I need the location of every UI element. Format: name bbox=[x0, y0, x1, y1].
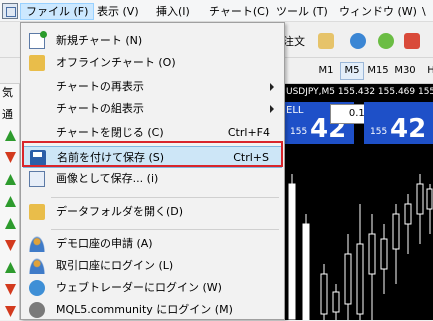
up-arrow-icon bbox=[5, 218, 16, 229]
user-icon bbox=[29, 236, 45, 252]
app-icon[interactable] bbox=[2, 3, 18, 19]
menu-item-save-image[interactable]: 画像として保存... (i) bbox=[23, 168, 282, 190]
tf-h[interactable]: H bbox=[419, 62, 433, 80]
down-arrow-icon bbox=[5, 306, 16, 317]
menu-tools[interactable]: ツール (T) bbox=[271, 3, 333, 20]
menu-item-label: チャートの再表示 bbox=[56, 80, 144, 93]
menu-item-demo-account[interactable]: デモ口座の申請 (A) bbox=[23, 233, 282, 255]
menu-item-login-webtrader[interactable]: ウェブトレーダーにログイン (W) bbox=[23, 277, 282, 299]
menu-bar: ファイル (F) 表示 (V) 挿入(I) チャート(C) ツール (T) ウィ… bbox=[0, 0, 433, 22]
panel-label-mid: 通 bbox=[2, 108, 13, 121]
chart-area[interactable]: USDJPY,M5 155.432 155.469 155.4 ELL 155 … bbox=[284, 84, 433, 320]
up-arrow-icon bbox=[5, 262, 16, 273]
menu-view[interactable]: 表示 (V) bbox=[92, 3, 144, 20]
file-menu-dropdown: 新規チャート (N) オフラインチャート (O) チャートの再表示 チャートの組… bbox=[20, 22, 285, 320]
panel-label-top: 気 bbox=[2, 86, 13, 99]
user-icon bbox=[29, 258, 45, 274]
menu-separator bbox=[51, 229, 279, 230]
new-chart-icon bbox=[29, 31, 47, 49]
globe-icon bbox=[29, 280, 45, 296]
submenu-arrow-icon bbox=[270, 83, 274, 91]
mql5-icon bbox=[29, 302, 45, 318]
menu-item-label: データフォルダを開く(D) bbox=[56, 205, 184, 218]
folder-icon bbox=[29, 55, 45, 71]
menu-overflow[interactable]: \ bbox=[417, 3, 431, 20]
menu-item-label: 新規チャート (N) bbox=[56, 34, 143, 47]
sell-label: ELL bbox=[286, 105, 304, 116]
tf-m5[interactable]: M5 bbox=[340, 62, 364, 80]
market-icon[interactable] bbox=[378, 33, 394, 49]
down-arrow-icon bbox=[5, 284, 16, 295]
chart-header: USDJPY,M5 155.432 155.469 155.4 bbox=[286, 87, 433, 97]
menu-file[interactable]: ファイル (F) bbox=[20, 3, 95, 20]
menu-separator bbox=[51, 197, 279, 198]
tf-m30[interactable]: M30 bbox=[393, 62, 417, 80]
menu-item-label: ウェブトレーダーにログイン (W) bbox=[56, 281, 222, 294]
menu-item-new-chart[interactable]: 新規チャート (N) bbox=[23, 30, 282, 52]
menu-item-label: オフラインチャート (O) bbox=[56, 56, 176, 69]
menu-item-open-data-folder[interactable]: データフォルダを開く(D) bbox=[23, 201, 282, 223]
tf-m15[interactable]: M15 bbox=[366, 62, 390, 80]
menu-item-chart-reopen[interactable]: チャートの再表示 bbox=[23, 76, 282, 98]
down-arrow-icon bbox=[5, 152, 16, 163]
up-arrow-icon bbox=[5, 196, 16, 207]
tool-icon[interactable] bbox=[318, 33, 334, 49]
menu-item-login-mql5[interactable]: MQL5.community にログイン (M) bbox=[23, 299, 282, 321]
menu-item-label: デモ口座の申請 (A) bbox=[56, 237, 153, 250]
market-watch-panel: 気 通 bbox=[0, 84, 20, 320]
menu-item-label: 画像として保存... (i) bbox=[56, 172, 159, 185]
menu-insert[interactable]: 挿入(I) bbox=[151, 3, 195, 20]
sell-price-prefix: 155 bbox=[290, 127, 308, 137]
menu-item-offline-chart[interactable]: オフラインチャート (O) bbox=[23, 52, 282, 74]
settings-icon[interactable] bbox=[404, 33, 420, 49]
order-button[interactable]: 注文 bbox=[283, 33, 305, 49]
web-icon[interactable] bbox=[350, 33, 366, 49]
buy-price-main: 42 bbox=[390, 114, 427, 144]
folder-icon bbox=[29, 204, 45, 220]
menu-chart[interactable]: チャート(C) bbox=[204, 3, 274, 20]
menu-item-label: 取引口座にログイン (L) bbox=[56, 259, 174, 272]
down-arrow-icon bbox=[5, 240, 16, 251]
menu-window[interactable]: ウィンドウ (W) bbox=[334, 3, 422, 20]
tf-m1[interactable]: M1 bbox=[314, 62, 338, 80]
image-icon bbox=[29, 171, 45, 187]
menu-item-label: チャートの組表示 bbox=[56, 102, 144, 115]
menu-item-label: MQL5.community にログイン (M) bbox=[56, 303, 233, 316]
menu-item-chart-profiles[interactable]: チャートの組表示 bbox=[23, 98, 282, 120]
annotation-highlight-box bbox=[22, 141, 283, 167]
candlestick-chart bbox=[288, 174, 433, 320]
buy-price-prefix: 155 bbox=[370, 127, 388, 137]
up-arrow-icon bbox=[5, 174, 16, 185]
submenu-arrow-icon bbox=[270, 105, 274, 113]
menu-item-login-trade[interactable]: 取引口座にログイン (L) bbox=[23, 255, 282, 277]
buy-panel[interactable]: 155 42 bbox=[364, 102, 433, 144]
up-arrow-icon bbox=[5, 130, 16, 141]
